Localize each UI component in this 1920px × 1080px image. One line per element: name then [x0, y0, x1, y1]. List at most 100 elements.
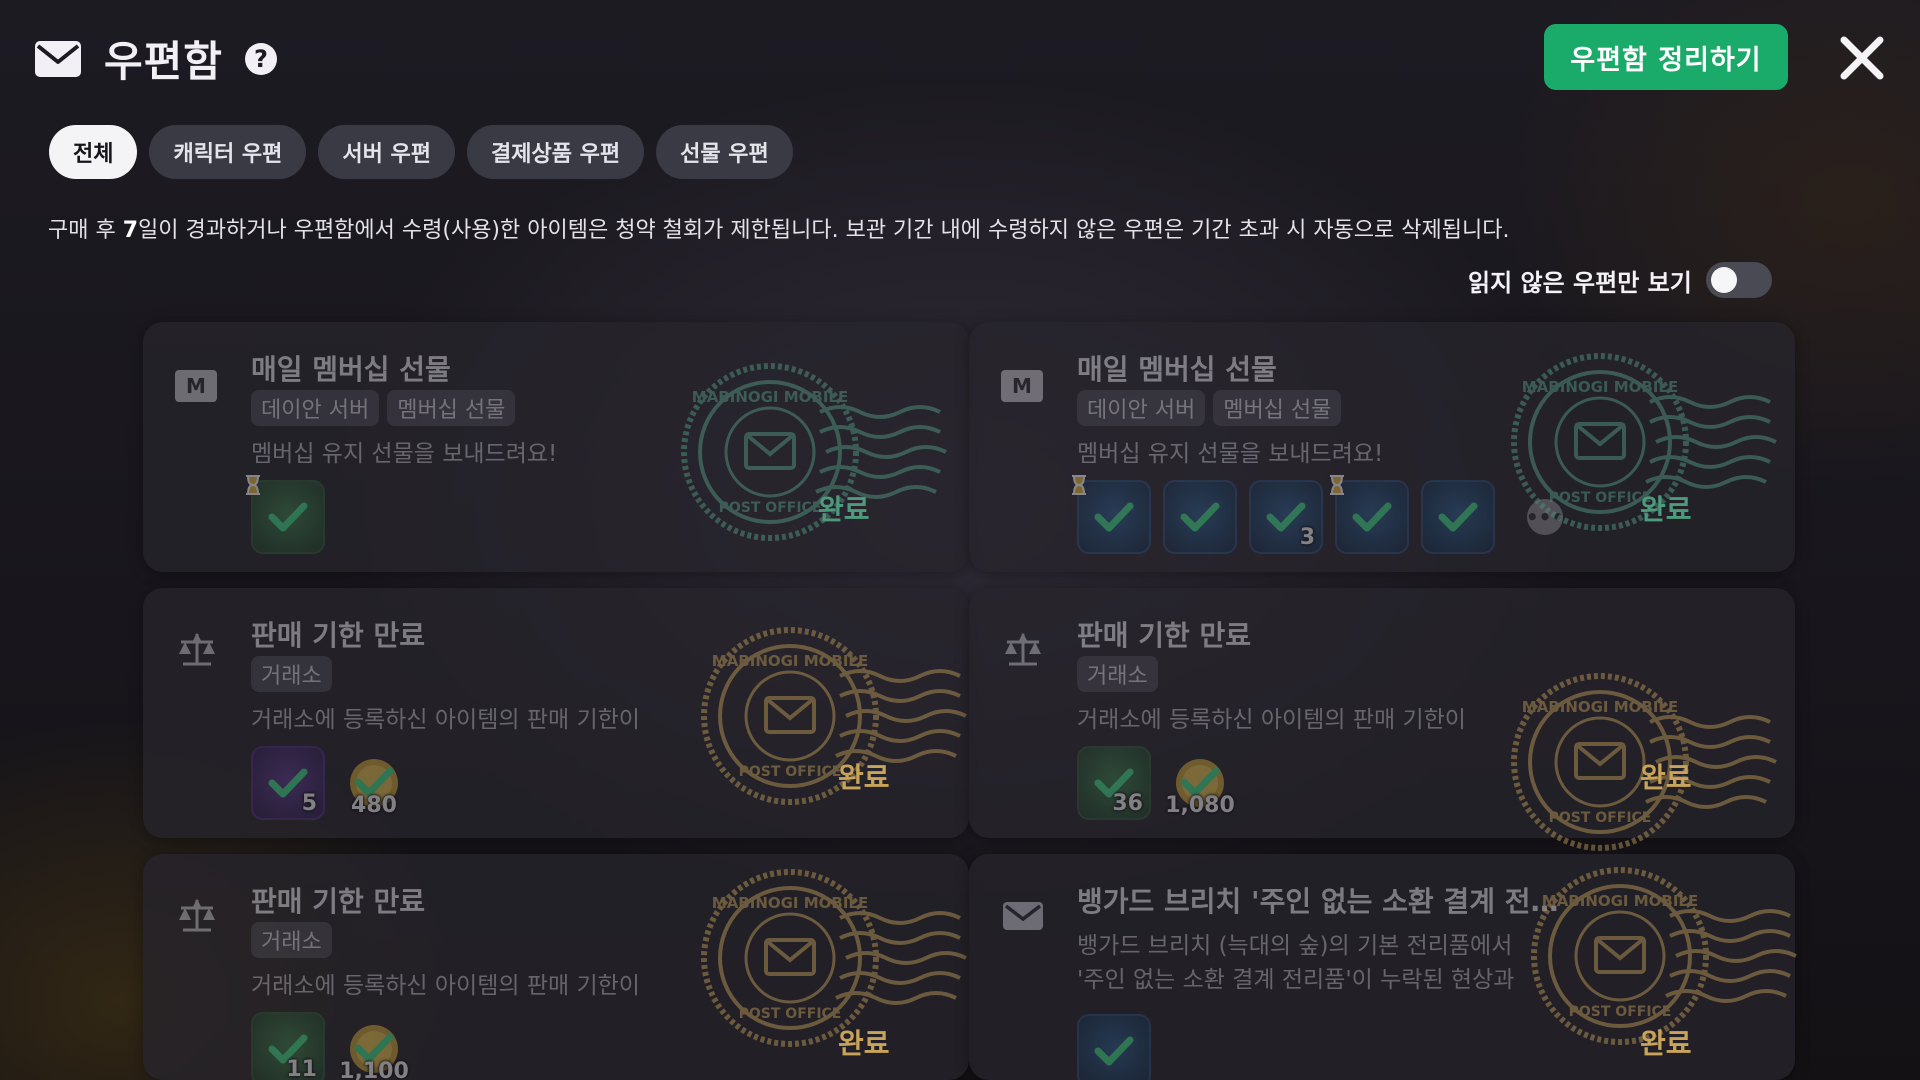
unread-filter-label: 읽지 않은 우편만 보기 — [1468, 268, 1692, 297]
mail-tag: 멤버십 선물 — [387, 390, 516, 426]
svg-text:POST OFFICE: POST OFFICE — [739, 764, 842, 780]
attached-items — [1077, 1014, 1151, 1080]
hourglass-icon — [246, 475, 260, 495]
received-status-label: 완료 — [838, 761, 890, 794]
organize-mailbox-button[interactable]: 우편함 정리하기 — [1544, 24, 1788, 90]
item-quantity: 11 — [286, 1057, 317, 1080]
mail-title: 판매 기한 만료 — [251, 619, 426, 652]
svg-text:MABINOGI MOBILE: MABINOGI MOBILE — [712, 894, 868, 912]
attached-items: 11 1,100 — [251, 1012, 411, 1080]
svg-text:POST OFFICE: POST OFFICE — [739, 1006, 842, 1022]
mail-tags: 거래소 — [251, 922, 332, 958]
mail-title: 판매 기한 만료 — [251, 885, 426, 918]
mail-title: 뱅가드 브리치 '주인 없는 소환 결계 전… — [1077, 885, 1559, 918]
post-office-stamp: MABINOGI MOBILE POST OFFICE — [690, 616, 970, 816]
mail-description: 거래소에 등록하신 아이템의 판매 기한이 — [251, 707, 640, 733]
received-status-label: 완료 — [1640, 761, 1692, 794]
mail-tag: 거래소 — [251, 922, 332, 958]
svg-text:POST OFFICE: POST OFFICE — [1569, 1004, 1672, 1020]
received-check-icon — [1094, 502, 1134, 532]
item-slot[interactable] — [246, 475, 325, 554]
mail-description: 거래소에 등록하신 아이템의 판매 기한이 — [251, 973, 640, 999]
item-slot[interactable]: 11 — [251, 1012, 325, 1080]
scale-icon — [179, 632, 215, 666]
item-slot[interactable] — [1072, 475, 1151, 554]
refund-notice: 구매 후 7일이 경과하거나 우편함에서 수령(사용)한 아이템은 청약 철회가… — [48, 218, 1510, 243]
mail-description: 멤버십 유지 선물을 보내드려요! — [1077, 441, 1384, 467]
item-slot[interactable] — [1421, 480, 1495, 554]
mail-tag: 데이안 서버 — [1077, 390, 1206, 426]
item-quantity: 5 — [301, 791, 317, 816]
svg-text:MABINOGI MOBILE: MABINOGI MOBILE — [712, 652, 868, 670]
mail-tag: 데이안 서버 — [251, 390, 380, 426]
mailbox-header: 우편함 ? — [34, 28, 277, 89]
item-slot[interactable] — [1163, 480, 1237, 554]
envelope-icon — [1003, 902, 1043, 930]
svg-text:MABINOGI MOBILE: MABINOGI MOBILE — [1522, 378, 1678, 396]
mail-category-tabs: 전체 캐릭터 우편 서버 우편 결제상품 우편 선물 우편 — [49, 125, 793, 179]
help-icon[interactable]: ? — [244, 42, 277, 75]
mail-description: 거래소에 등록하신 아이템의 판매 기한이 — [1077, 707, 1466, 733]
mail-title: 매일 멤버십 선물 — [1077, 353, 1277, 386]
membership-m-icon: M — [1001, 370, 1043, 402]
tab-all[interactable]: 전체 — [49, 125, 138, 179]
post-office-stamp: MABINOGI MOBILE POST OFFICE — [690, 858, 970, 1058]
svg-text:MABINOGI MOBILE: MABINOGI MOBILE — [1522, 698, 1678, 716]
mail-tag: 거래소 — [251, 656, 332, 692]
tab-purchase-mail[interactable]: 결제상품 우편 — [466, 125, 645, 179]
item-slot[interactable]: 36 — [1077, 746, 1151, 820]
item-slot[interactable] — [1330, 475, 1409, 554]
item-slot[interactable]: 3 — [1249, 480, 1323, 554]
scale-icon — [179, 898, 215, 932]
item-quantity: 3 — [1299, 525, 1315, 550]
attached-items: 36 1,080 — [1077, 746, 1237, 820]
mail-description-line2: '주인 없는 소환 결계 전리품'이 누락된 현상과 — [1077, 967, 1515, 993]
mail-description: 멤버십 유지 선물을 보내드려요! — [251, 441, 558, 467]
received-status-label: 완료 — [1640, 1027, 1692, 1060]
membership-m-icon: M — [175, 370, 217, 402]
svg-text:POST OFFICE: POST OFFICE — [1549, 810, 1652, 826]
unread-filter: 읽지 않은 우편만 보기 — [1468, 262, 1772, 298]
mail-title: 판매 기한 만료 — [1077, 619, 1252, 652]
received-check-icon — [1094, 1036, 1134, 1066]
tab-gift-mail[interactable]: 선물 우편 — [656, 125, 793, 179]
item-quantity: 36 — [1112, 791, 1143, 816]
received-check-icon — [1180, 502, 1220, 532]
tab-server-mail[interactable]: 서버 우편 — [318, 125, 455, 179]
item-slot[interactable] — [1077, 1014, 1151, 1080]
received-check-icon — [268, 502, 308, 532]
item-quantity: 480 — [351, 793, 397, 818]
mail-tags: 데이안 서버 멤버십 선물 — [251, 390, 516, 426]
svg-text:POST OFFICE: POST OFFICE — [1549, 490, 1652, 506]
item-slot[interactable]: 480 — [337, 746, 411, 820]
attached-items: 3 ••• — [1072, 475, 1564, 554]
received-check-icon — [1438, 502, 1478, 532]
close-icon[interactable] — [1838, 34, 1886, 82]
mail-tag: 멤버십 선물 — [1213, 390, 1342, 426]
mail-description: 뱅가드 브리치 (늑대의 숲)의 기본 전리품에서 — [1077, 933, 1513, 959]
mail-icon — [35, 40, 81, 77]
svg-text:MABINOGI MOBILE: MABINOGI MOBILE — [1542, 892, 1698, 910]
hourglass-icon — [1330, 475, 1344, 495]
item-slot[interactable]: 5 — [251, 746, 325, 820]
svg-text:POST OFFICE: POST OFFICE — [719, 500, 822, 516]
received-status-label: 완료 — [1640, 493, 1692, 526]
received-check-icon — [1352, 502, 1392, 532]
item-quantity: 1,080 — [1165, 793, 1235, 818]
svg-text:MABINOGI MOBILE: MABINOGI MOBILE — [692, 388, 848, 406]
unread-filter-toggle[interactable] — [1705, 262, 1772, 298]
mail-tag: 거래소 — [1077, 656, 1158, 692]
mail-title: 매일 멤버십 선물 — [251, 353, 451, 386]
item-slot[interactable]: 1,080 — [1163, 746, 1237, 820]
mail-tags: 거래소 — [1077, 656, 1158, 692]
page-title: 우편함 — [104, 37, 223, 86]
item-slot[interactable]: 1,100 — [337, 1012, 411, 1080]
received-status-label: 완료 — [838, 1027, 890, 1060]
mail-tags: 데이안 서버 멤버십 선물 — [1077, 390, 1342, 426]
attached-items: 5 480 — [251, 746, 411, 820]
received-status-label: 완료 — [818, 493, 870, 526]
item-quantity: 1,100 — [339, 1059, 409, 1080]
hourglass-icon — [1072, 475, 1086, 495]
scale-icon — [1005, 632, 1041, 666]
tab-character-mail[interactable]: 캐릭터 우편 — [149, 125, 307, 179]
